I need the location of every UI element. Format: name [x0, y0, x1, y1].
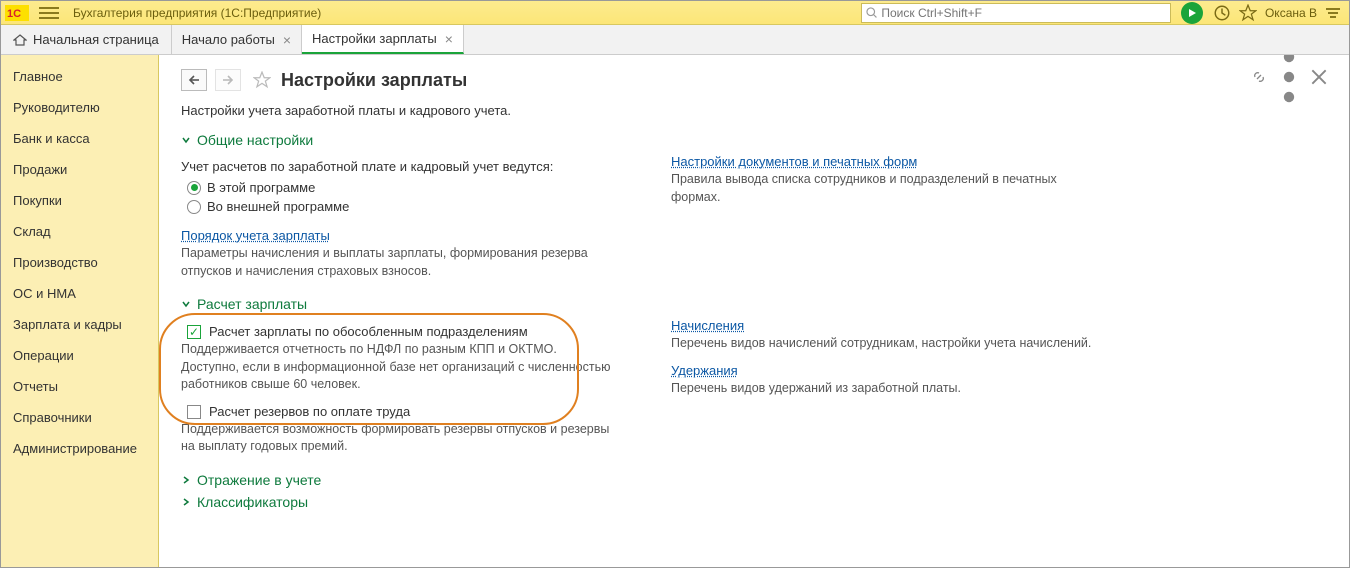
search-icon: [866, 7, 877, 19]
sidebar-item-manager[interactable]: Руководителю: [1, 92, 158, 123]
checkbox-reserves[interactable]: Расчет резервов по оплате труда: [187, 404, 611, 419]
checkbox-separate-divisions[interactable]: Расчет зарплаты по обособленным подразде…: [187, 324, 611, 339]
sidebar-item-catalogs[interactable]: Справочники: [1, 402, 158, 433]
sidebar-item-purchases[interactable]: Покупки: [1, 185, 158, 216]
nav-forward-button: [215, 69, 241, 91]
chevron-down-icon: [181, 135, 191, 145]
sidebar-item-operations[interactable]: Операции: [1, 340, 158, 371]
svg-text:1С: 1С: [7, 8, 21, 20]
close-icon[interactable]: ×: [283, 32, 291, 48]
titlebar: 1С Бухгалтерия предприятия (1С:Предприят…: [1, 1, 1349, 25]
sidebar-item-bank[interactable]: Банк и касса: [1, 123, 158, 154]
tabbar: Начальная страница Начало работы × Настр…: [1, 25, 1349, 55]
app-title: Бухгалтерия предприятия (1С:Предприятие): [73, 6, 321, 20]
link-icon[interactable]: [1251, 69, 1267, 85]
sidebar: Главное Руководителю Банк и касса Продаж…: [1, 55, 159, 567]
reserve-desc: Поддерживается возможность формировать р…: [181, 421, 611, 456]
deductions-desc: Перечень видов удержаний из заработной п…: [671, 380, 1091, 398]
sidebar-item-salary[interactable]: Зарплата и кадры: [1, 309, 158, 340]
close-icon[interactable]: ×: [445, 31, 453, 47]
link-accruals[interactable]: Начисления: [671, 318, 744, 333]
sidebar-item-admin[interactable]: Администрирование: [1, 433, 158, 464]
general-lead-text: Учет расчетов по заработной плате и кадр…: [181, 158, 611, 176]
order-desc: Параметры начисления и выплаты зарплаты,…: [181, 245, 611, 280]
section-general-toggle[interactable]: Общие настройки: [181, 132, 1327, 148]
checkbox-icon: [187, 325, 201, 339]
chevron-right-icon: [181, 497, 191, 507]
section-classifiers-toggle[interactable]: Классификаторы: [181, 494, 1327, 510]
section-calc-title: Расчет зарплаты: [197, 296, 307, 312]
radio-label: В этой программе: [207, 180, 315, 195]
link-deductions[interactable]: Удержания: [671, 363, 738, 378]
more-menu-icon[interactable]: [1281, 69, 1297, 85]
radio-external-program[interactable]: Во внешней программе: [187, 199, 611, 214]
tab-label: Начало работы: [182, 32, 275, 47]
favorite-star-icon[interactable]: [1239, 4, 1257, 22]
accruals-desc: Перечень видов начислений сотрудникам, н…: [671, 335, 1091, 353]
radio-this-program[interactable]: В этой программе: [187, 180, 611, 195]
checkbox-label: Расчет зарплаты по обособленным подразде…: [209, 324, 528, 339]
tab-label: Настройки зарплаты: [312, 31, 437, 46]
page-title: Настройки зарплаты: [281, 70, 467, 91]
separate-desc: Поддерживается отчетность по НДФЛ по раз…: [181, 341, 611, 394]
tab-home[interactable]: Начальная страница: [1, 25, 172, 54]
sidebar-item-reports[interactable]: Отчеты: [1, 371, 158, 402]
user-name[interactable]: Оксана В: [1265, 6, 1317, 20]
checkbox-icon: [187, 405, 201, 419]
sidebar-item-warehouse[interactable]: Склад: [1, 216, 158, 247]
close-page-icon[interactable]: [1311, 69, 1327, 85]
content-area: Настройки зарплаты Настройки учета зараб…: [159, 55, 1349, 567]
docs-desc: Правила вывода списка сотрудников и подр…: [671, 171, 1101, 206]
home-icon: [13, 33, 27, 47]
favorite-star-icon[interactable]: [253, 71, 271, 89]
radio-icon: [187, 200, 201, 214]
panel-settings-icon[interactable]: [1325, 5, 1341, 21]
section-general-title: Общие настройки: [197, 132, 313, 148]
chevron-down-icon: [181, 299, 191, 309]
history-icon[interactable]: [1213, 4, 1231, 22]
link-salary-order[interactable]: Порядок учета зарплаты: [181, 228, 330, 243]
sidebar-item-assets[interactable]: ОС и НМА: [1, 278, 158, 309]
sidebar-item-production[interactable]: Производство: [1, 247, 158, 278]
sidebar-item-main[interactable]: Главное: [1, 61, 158, 92]
sidebar-item-sales[interactable]: Продажи: [1, 154, 158, 185]
checkbox-label: Расчет резервов по оплате труда: [209, 404, 410, 419]
section-calc-toggle[interactable]: Расчет зарплаты: [181, 296, 1327, 312]
nav-back-button[interactable]: [181, 69, 207, 91]
run-button[interactable]: [1181, 2, 1203, 24]
chevron-right-icon: [181, 475, 191, 485]
logo-1c-icon: 1С: [5, 4, 29, 22]
link-docs-print-forms[interactable]: Настройки документов и печатных форм: [671, 154, 917, 169]
main-menu-icon[interactable]: [39, 4, 59, 22]
tab-salary-settings[interactable]: Настройки зарплаты ×: [302, 25, 464, 54]
tab-home-label: Начальная страница: [33, 32, 159, 47]
search-input[interactable]: [881, 6, 1166, 20]
global-search[interactable]: [861, 3, 1171, 23]
radio-label: Во внешней программе: [207, 199, 349, 214]
page-subtitle: Настройки учета заработной платы и кадро…: [181, 103, 1327, 118]
section-reflection-title: Отражение в учете: [197, 472, 321, 488]
radio-icon: [187, 181, 201, 195]
section-classifiers-title: Классификаторы: [197, 494, 308, 510]
tab-start-work[interactable]: Начало работы ×: [172, 25, 302, 54]
section-reflection-toggle[interactable]: Отражение в учете: [181, 472, 1327, 488]
